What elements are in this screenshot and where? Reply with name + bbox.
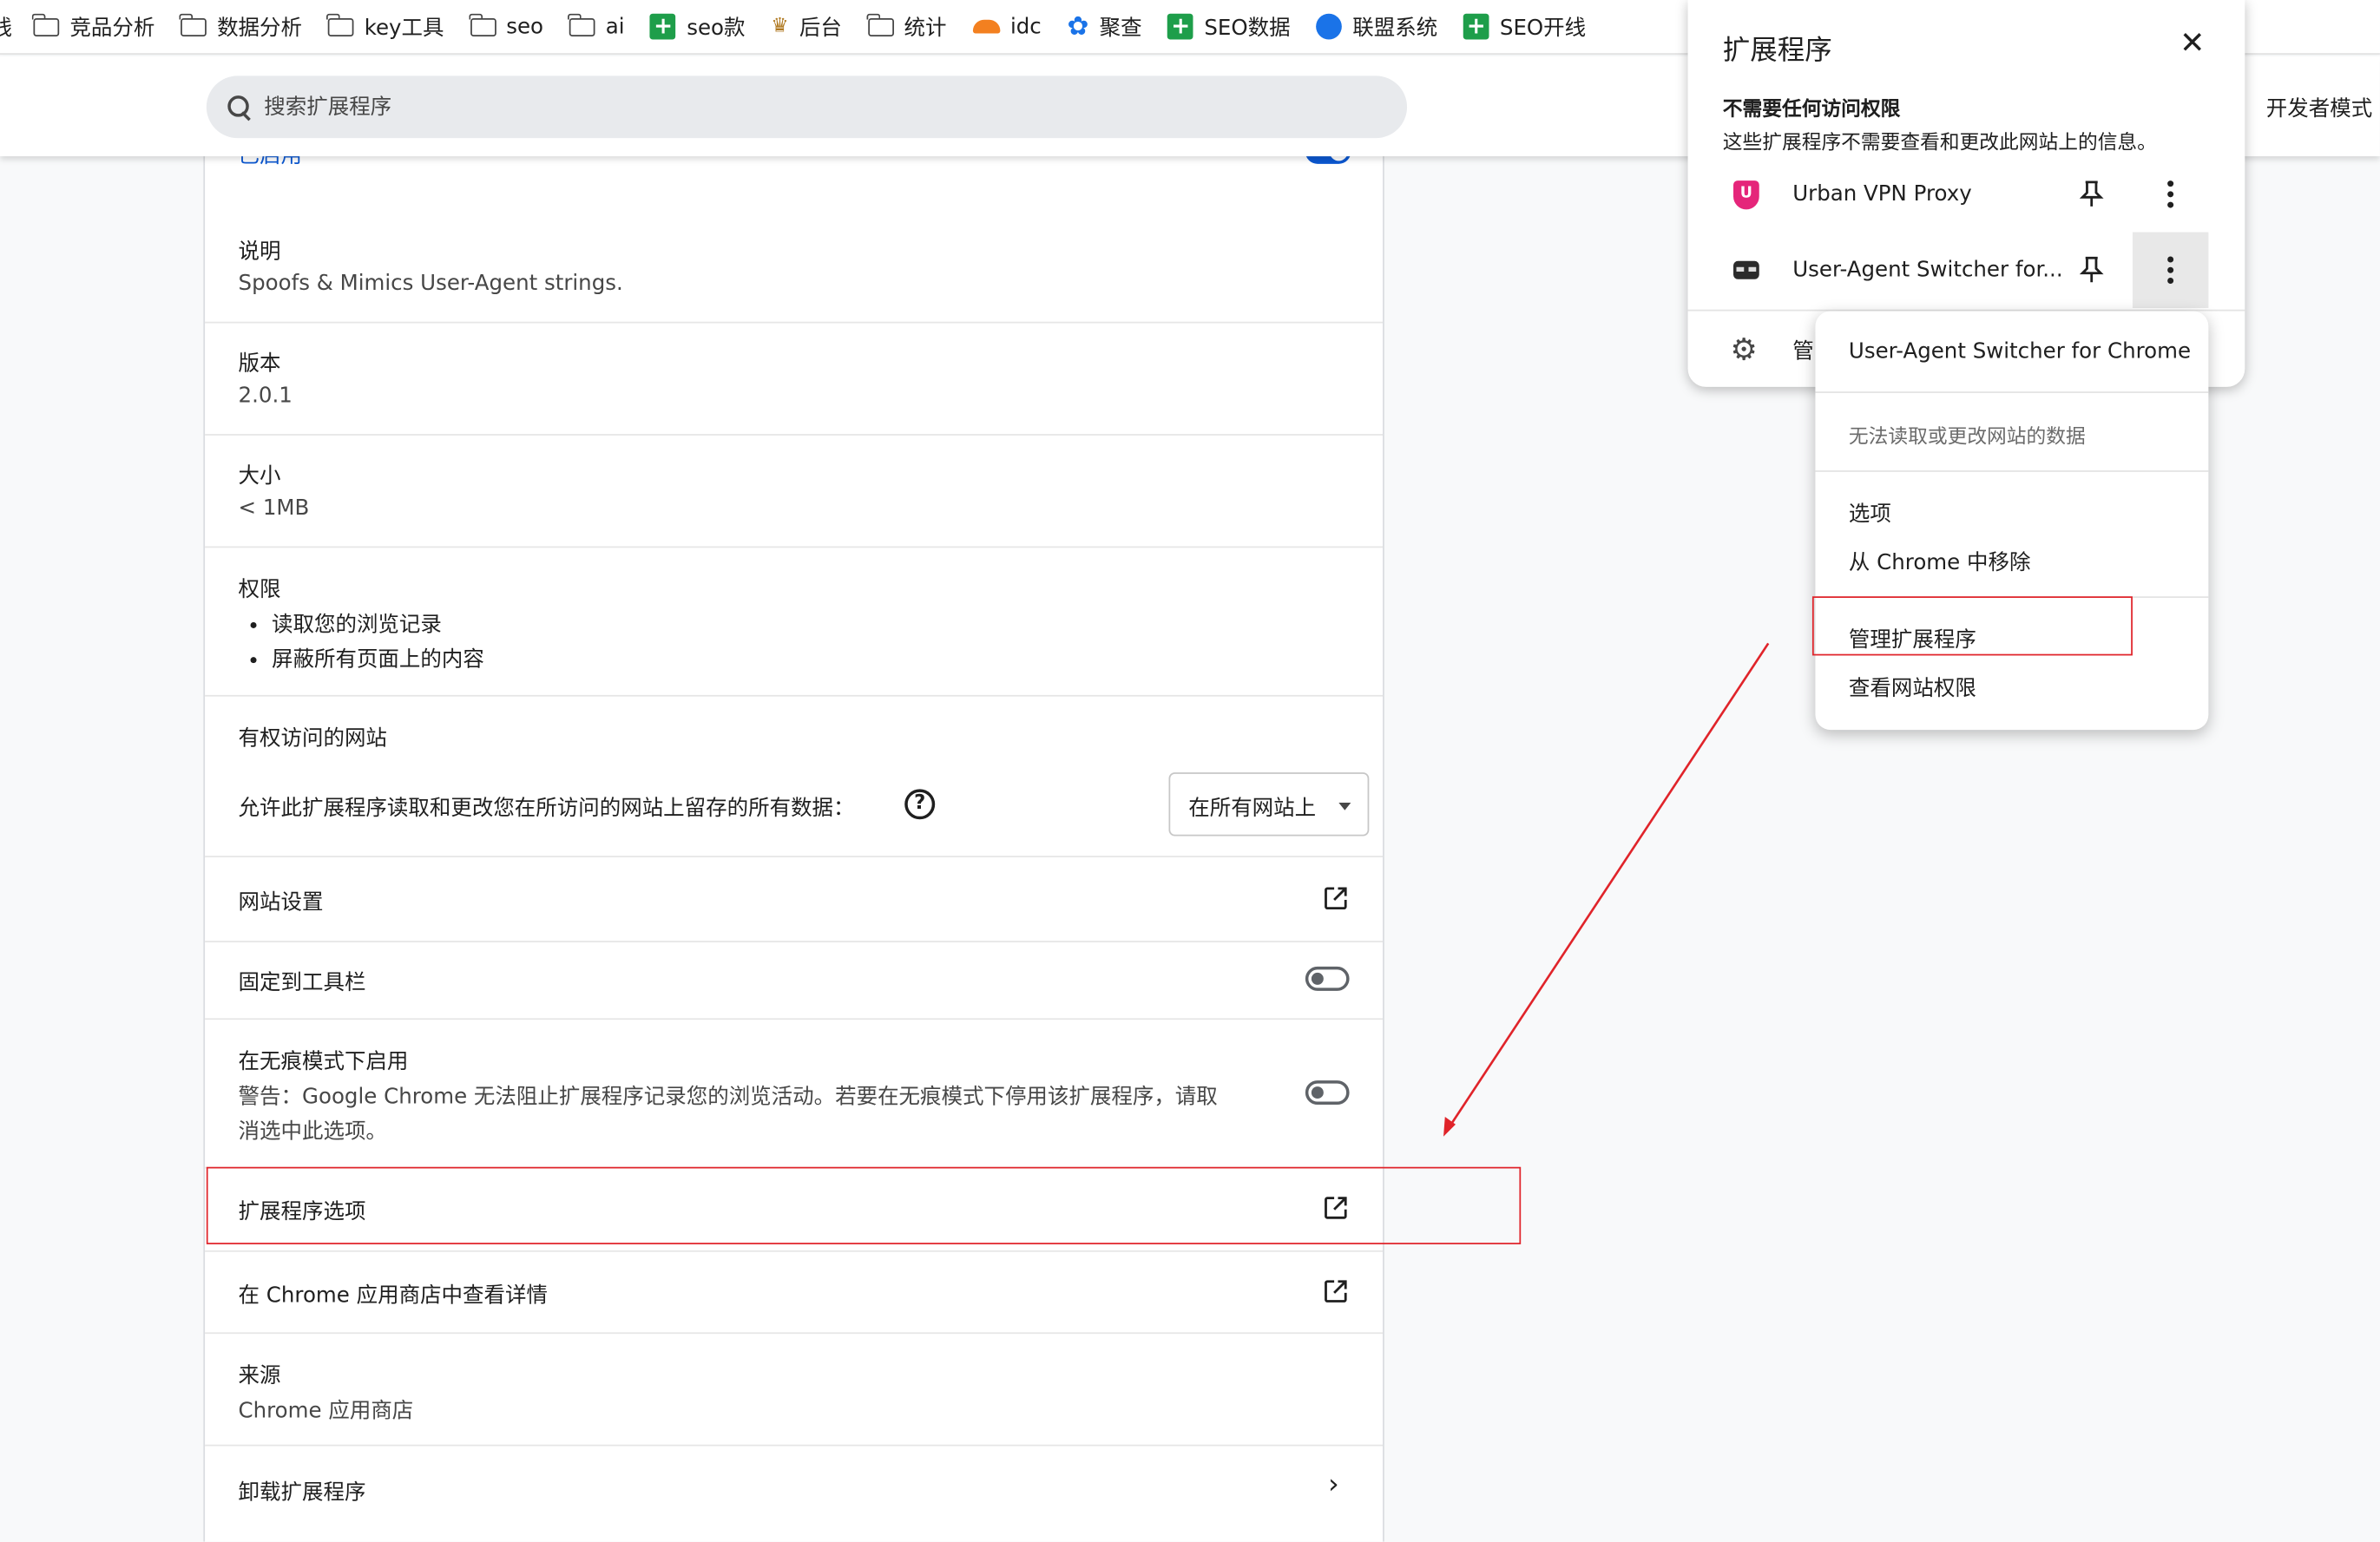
pin-icon[interactable] (2079, 180, 2104, 207)
extension-item-user-agent[interactable]: User-Agent Switcher for... (1688, 233, 2245, 308)
bookmark-seo-data[interactable]: + SEO数据 (1167, 0, 1291, 53)
site-settings-label: 网站设置 (238, 890, 324, 915)
folder-icon (180, 12, 207, 36)
permission-item: 屏蔽所有页面上的内容 (272, 647, 484, 673)
size-title: 大小 (238, 464, 281, 489)
chrome-store-row[interactable]: 在 Chrome 应用商店中查看详情 (205, 1250, 1384, 1334)
bookmark-alliance[interactable]: 联盟系统 (1316, 0, 1437, 53)
bookmark-seo[interactable]: seo (469, 0, 543, 53)
more-vert-icon[interactable] (2167, 180, 2174, 208)
bookmark-ai[interactable]: ai (568, 0, 625, 53)
bookmark-competitor-analysis[interactable]: 竞品分析 (32, 0, 155, 53)
bookmark-backend[interactable]: ♛ 后台 (771, 0, 842, 53)
urban-vpn-icon: U (1733, 180, 1759, 210)
pin-toolbar-row: 固定到工具栏 (205, 941, 1384, 1020)
globe-icon (1316, 13, 1343, 40)
open-in-new-icon (1325, 1280, 1347, 1302)
pin-icon[interactable] (2079, 256, 2104, 284)
extension-item-urban-vpn[interactable]: U Urban VPN Proxy (1688, 156, 2245, 232)
bookmark-jucha[interactable]: ✿ 聚查 (1067, 0, 1142, 53)
description-value: Spoofs & Mimics User-Agent strings. (238, 272, 623, 296)
pin-toolbar-toggle[interactable] (1305, 966, 1350, 991)
no-access-section-desc: 这些扩展程序不需要查看和更改此网站上的信息。 (1722, 132, 2157, 155)
folder-icon (326, 12, 354, 36)
green-plus-icon: + (1167, 13, 1194, 40)
user-agent-mask-icon (1733, 260, 1759, 279)
bookmark-data-analysis[interactable]: 数据分析 (180, 0, 302, 53)
crown-icon: ♛ (771, 15, 789, 38)
close-icon[interactable]: ✕ (2179, 27, 2205, 57)
popup-title: 扩展程序 (1722, 35, 1832, 67)
incognito-toggle[interactable] (1305, 1080, 1350, 1106)
site-access-title: 有权访问的网站 (238, 726, 387, 751)
extension-context-menu: User-Agent Switcher for Chrome 无法读取或更改网站… (1815, 311, 2209, 731)
permissions-row: 权限 读取您的浏览记录 屏蔽所有页面上的内容 (205, 546, 1384, 695)
gear-badge-icon: ✿ (1067, 11, 1089, 43)
incognito-row: 在无痕模式下启用 警告：Google Chrome 无法阻止扩展程序记录您的浏览… (205, 1018, 1384, 1166)
settings-gear-icon: ⚙ (1730, 331, 1758, 368)
site-access-select[interactable]: 在所有网站上 (1168, 772, 1370, 837)
bookmark-seo-line[interactable]: + SEO开线 (1463, 0, 1586, 53)
source-row: 来源 Chrome 应用商店 (205, 1332, 1384, 1446)
search-box[interactable] (206, 75, 1408, 139)
incognito-warning: 警告：Google Chrome 无法阻止扩展程序记录您的浏览活动。若要在无痕模… (238, 1085, 1218, 1110)
description-row: 说明 Spoofs & Mimics User-Agent strings. (205, 215, 1383, 321)
version-title: 版本 (238, 351, 281, 377)
no-access-section-title: 不需要任何访问权限 (1722, 98, 1901, 121)
site-access-row: 有权访问的网站 允许此扩展程序读取和更改您在所访问的网站上留存的所有数据： ? … (205, 694, 1384, 857)
more-vert-icon[interactable] (2167, 256, 2174, 285)
folder-icon (32, 12, 60, 36)
annotation-box-manage (1811, 596, 2133, 656)
bullet (250, 657, 257, 664)
source-value: Chrome 应用商店 (238, 1399, 414, 1424)
size-row: 大小 < 1MB (205, 434, 1384, 546)
bookmark-stats[interactable]: 统计 (866, 0, 947, 53)
description-title: 说明 (238, 240, 281, 265)
uninstall-row[interactable]: 卸载扩展程序 › (205, 1444, 1384, 1536)
source-title: 来源 (238, 1364, 281, 1389)
bullet (250, 621, 257, 628)
annotation-box-options (206, 1166, 1522, 1244)
extension-name: User-Agent Switcher for... (1792, 258, 2063, 283)
menu-header-extension-name: User-Agent Switcher for Chrome (1848, 339, 2192, 364)
menu-item-options[interactable]: 选项 (1849, 498, 1891, 528)
chrome-store-label: 在 Chrome 应用商店中查看详情 (238, 1283, 548, 1309)
folder-icon (866, 12, 894, 36)
uninstall-label: 卸载扩展程序 (238, 1480, 366, 1506)
incognito-warning-cont: 消选中此选项。 (238, 1119, 387, 1145)
incognito-title: 在无痕模式下启用 (238, 1050, 409, 1075)
folder-icon (469, 12, 496, 36)
green-plus-icon: + (650, 13, 676, 40)
folder-icon (568, 12, 595, 36)
permission-item: 读取您的浏览记录 (272, 613, 442, 638)
menu-item-no-access: 无法读取或更改网站的数据 (1848, 426, 2086, 449)
bookmark-idc[interactable]: idc (972, 0, 1042, 53)
site-settings-row[interactable]: 网站设置 (205, 856, 1384, 941)
bookmark-seo-kuan[interactable]: + seo款 (650, 0, 746, 53)
size-value: < 1MB (238, 495, 310, 521)
extension-name: Urban VPN Proxy (1792, 181, 1972, 207)
bookmark-key-tools[interactable]: key工具 (326, 0, 444, 53)
developer-mode-label: 开发者模式 (2265, 96, 2373, 121)
chevron-right-icon: › (1328, 1468, 1339, 1501)
version-value: 2.0.1 (238, 384, 293, 409)
search-icon (227, 95, 252, 119)
menu-item-site-permissions[interactable]: 查看网站权限 (1849, 673, 1976, 703)
extension-details-card: 已启用 说明 Spoofs & Mimics User-Agent string… (203, 90, 1384, 1542)
bookmark-fragment[interactable]: 线 (0, 0, 12, 53)
permissions-title: 权限 (238, 578, 281, 603)
divider (1815, 470, 2209, 472)
manage-extensions-link[interactable]: 管 (1792, 335, 1813, 365)
dropdown-arrow-icon (1338, 803, 1351, 810)
pin-toolbar-label: 固定到工具栏 (238, 971, 366, 996)
search-input[interactable] (264, 95, 1175, 120)
open-in-new-icon (1325, 887, 1347, 909)
menu-item-remove[interactable]: 从 Chrome 中移除 (1849, 547, 2031, 577)
green-plus-icon: + (1463, 13, 1489, 40)
help-icon[interactable]: ? (904, 789, 936, 820)
version-row: 版本 2.0.1 (205, 321, 1384, 436)
site-access-desc: 允许此扩展程序读取和更改您在所访问的网站上留存的所有数据： (238, 797, 855, 822)
divider (1815, 391, 2209, 393)
cloud-icon (972, 19, 1000, 34)
